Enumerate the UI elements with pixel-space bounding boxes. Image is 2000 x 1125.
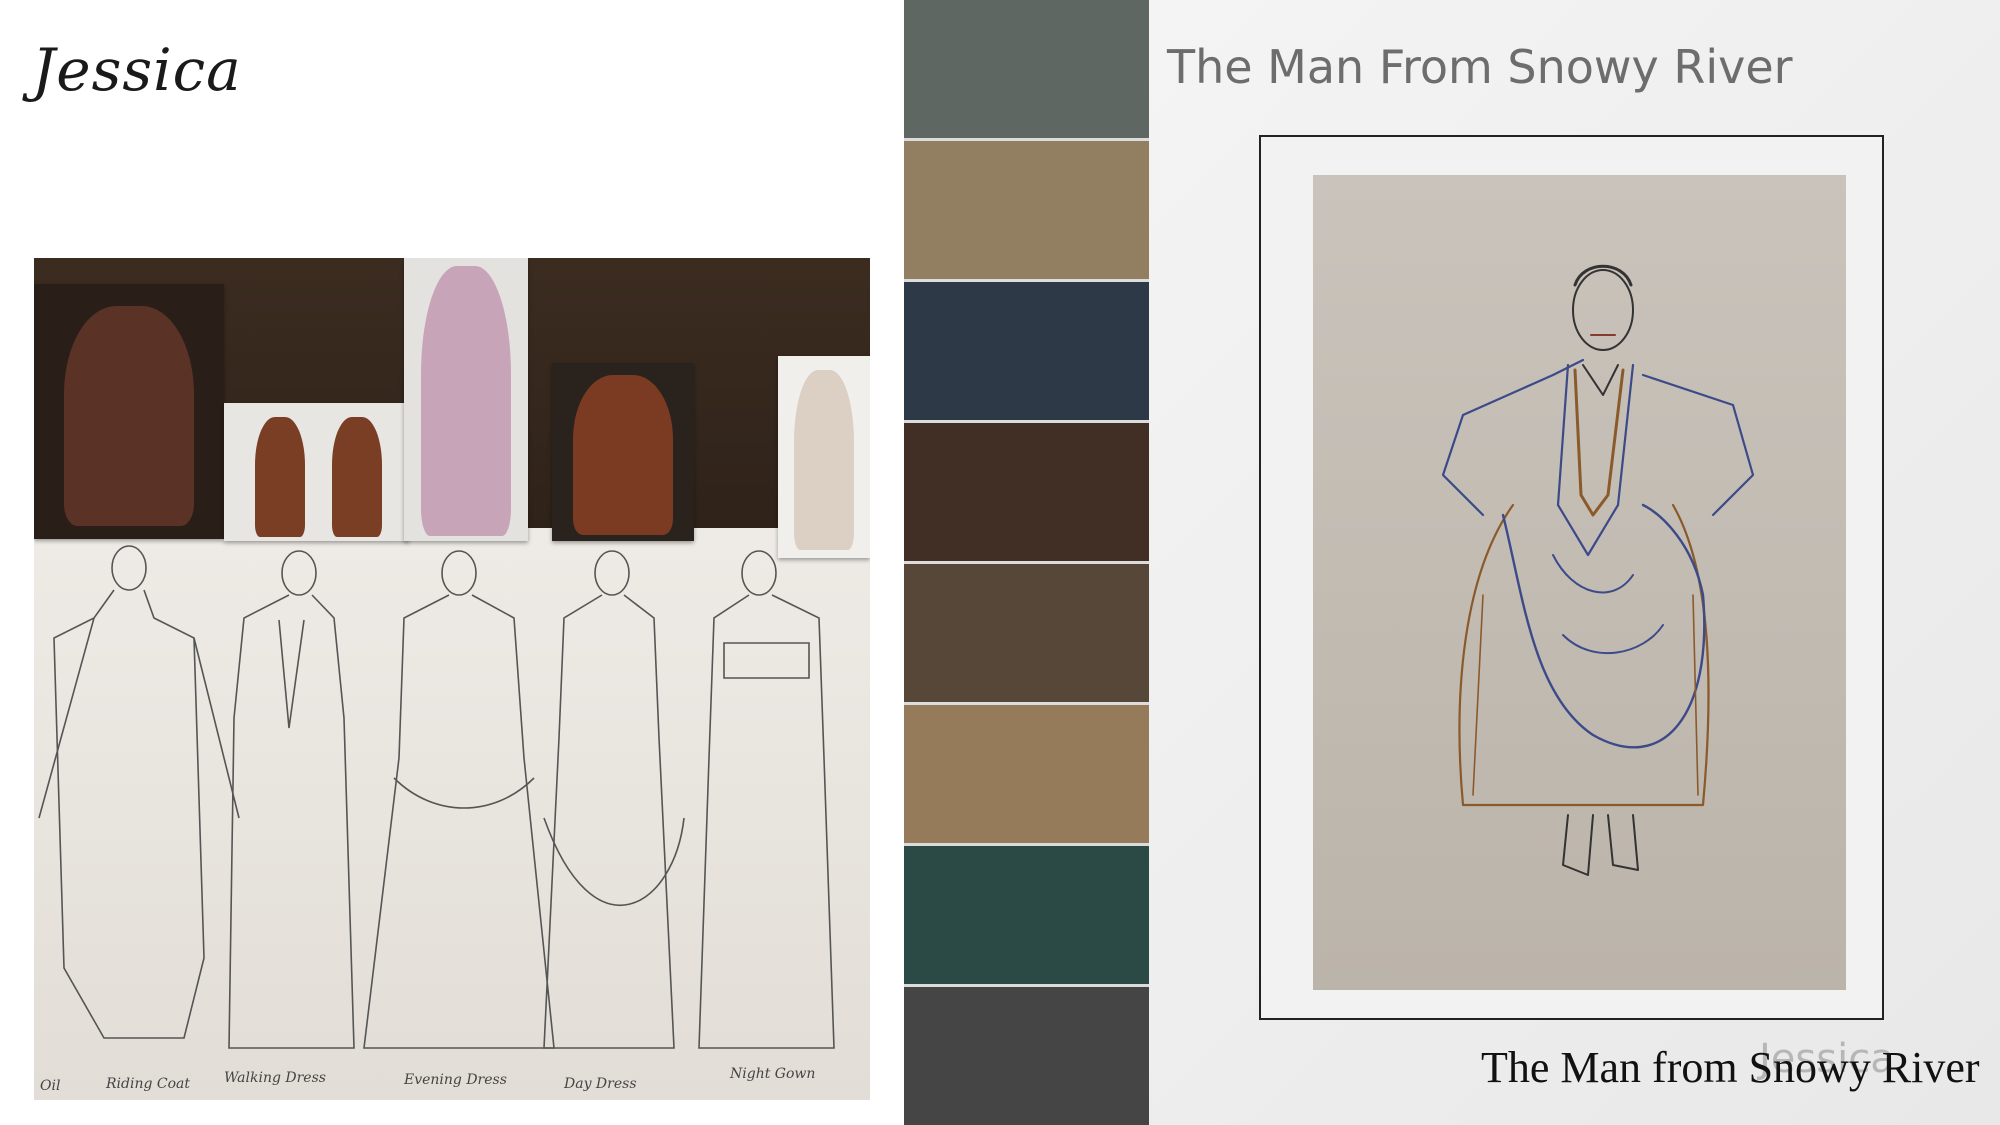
sketch-label-oil: Oil: [40, 1078, 61, 1094]
costume-rendering-panel: The Man From Snowy River Jessica The Man…: [1149, 0, 2000, 1125]
palette-swatch-brown: [904, 564, 1149, 705]
palette-swatch-navy: [904, 282, 1149, 423]
show-subtitle: The Man from Snowy River: [1481, 1043, 1980, 1092]
sketch-label-night-gown: Night Gown: [730, 1066, 816, 1082]
research-board: Oil Riding Coat Walking Dress Evening Dr…: [34, 258, 870, 1100]
palette-swatch-dark-brown: [904, 423, 1149, 564]
sketch-label-riding-coat: Riding Coat: [106, 1076, 190, 1092]
palette-swatch-gray-green: [904, 0, 1149, 141]
costume-rendering-drawing: [1441, 264, 1755, 876]
palette-swatch-tan: [904, 141, 1149, 282]
palette-swatch-teal: [904, 846, 1149, 987]
sketch-label-evening-dress: Evening Dress: [404, 1072, 507, 1088]
sketch-label-day-dress: Day Dress: [564, 1076, 637, 1092]
color-palette: [904, 0, 1149, 1125]
character-name: Jessica: [32, 36, 242, 104]
sketch-label-walking-dress: Walking Dress: [224, 1070, 326, 1086]
show-heading: The Man From Snowy River: [1167, 40, 1793, 94]
palette-swatch-charcoal: [904, 987, 1149, 1125]
costume-sketches: [38, 545, 835, 1049]
palette-swatch-light-brown: [904, 705, 1149, 846]
rendering-plate: [1313, 175, 1846, 990]
